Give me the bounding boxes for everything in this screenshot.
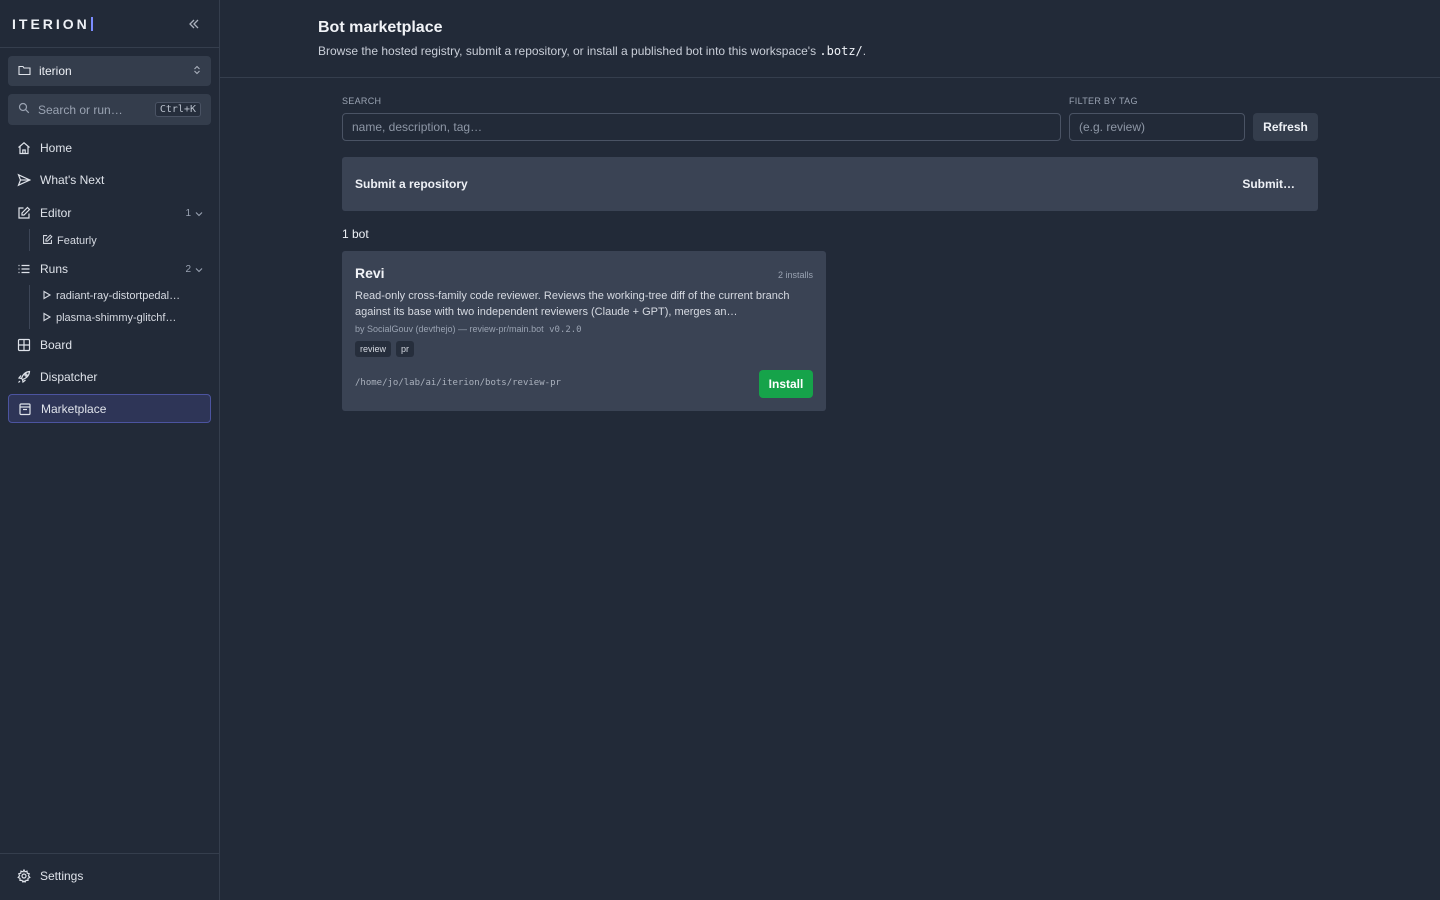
- nav-settings[interactable]: Settings: [8, 862, 211, 890]
- install-path: /home/jo/lab/ai/iterion/bots/review-pr: [355, 378, 561, 388]
- editor-child-label: Featurly: [57, 235, 97, 247]
- run-item-label: plasma-shimmy-glitchf…: [56, 312, 177, 324]
- run-item-label: radiant-ray-distortpedal…: [56, 290, 181, 302]
- nav-whats-next-label: What's Next: [40, 173, 105, 187]
- sidebar: ITERION iterion Search or run… Ctrl+K Ho…: [0, 0, 220, 900]
- tree-line: [29, 285, 30, 329]
- search-input-placeholder: name, description, tag…: [352, 120, 483, 134]
- page-header: Bot marketplace Browse the hosted regist…: [220, 0, 1440, 78]
- refresh-button[interactable]: Refresh: [1253, 113, 1318, 141]
- nav-board-label: Board: [40, 338, 73, 352]
- play-icon: [42, 312, 52, 325]
- install-button[interactable]: Install: [759, 370, 813, 398]
- tag-filter-input[interactable]: (e.g. review): [1069, 113, 1245, 141]
- send-icon: [16, 172, 32, 188]
- gear-icon: [16, 868, 32, 884]
- nav-runs[interactable]: Runs 2: [8, 255, 211, 283]
- subtitle-end: .: [862, 44, 867, 58]
- nav-settings-label: Settings: [40, 869, 84, 883]
- runs-count: 2: [185, 263, 191, 275]
- results-count: 1 bot: [342, 227, 369, 241]
- bot-meta: by SocialGouv (devthejo) — review-pr/mai…: [355, 324, 813, 335]
- nav-board[interactable]: Board: [8, 331, 211, 359]
- brand-cursor: [90, 16, 93, 31]
- bot-name: Revi: [355, 265, 385, 281]
- marketplace-search-input[interactable]: name, description, tag…: [342, 113, 1061, 141]
- workspace-name: iterion: [39, 64, 72, 78]
- bot-tags: review pr: [355, 341, 813, 357]
- command-search[interactable]: Search or run… Ctrl+K: [8, 94, 211, 125]
- subtitle-text: Browse the hosted registry, submit a rep…: [318, 44, 820, 58]
- bot-version: v0.2.0: [549, 325, 582, 335]
- folder-icon: [18, 64, 31, 79]
- shortcut-badge: Ctrl+K: [154, 102, 201, 117]
- submit-button[interactable]: Submit…: [1242, 177, 1295, 191]
- search-icon: [18, 102, 30, 117]
- list-icon: [16, 261, 32, 277]
- bot-author: by SocialGouv (devthejo) — review-pr/mai…: [355, 324, 544, 334]
- install-count: 2 installs: [777, 270, 813, 280]
- collapse-sidebar-icon[interactable]: [187, 17, 201, 31]
- nav-marketplace-label: Marketplace: [41, 401, 107, 416]
- tag-badge[interactable]: pr: [396, 341, 415, 357]
- edit-icon: [42, 234, 53, 248]
- nav-marketplace[interactable]: Marketplace: [8, 394, 211, 423]
- brand-logo: ITERION: [12, 16, 93, 32]
- nav-dispatcher[interactable]: Dispatcher: [8, 363, 211, 391]
- grid-icon: [16, 337, 32, 353]
- page-title: Bot marketplace: [318, 19, 443, 36]
- run-item[interactable]: radiant-ray-distortpedal…: [42, 286, 212, 306]
- editor-child-item[interactable]: Featurly: [42, 231, 212, 251]
- sidebar-footer: Settings: [0, 853, 219, 900]
- bot-description: Read-only cross-family code reviewer. Re…: [355, 290, 790, 318]
- page-subtitle: Browse the hosted registry, submit a rep…: [318, 44, 1440, 58]
- tag-input-placeholder: (e.g. review): [1079, 120, 1146, 134]
- store-icon: [17, 401, 33, 417]
- home-icon: [16, 140, 32, 156]
- bot-card: Revi 2 installs Read-only cross-family c…: [342, 251, 826, 411]
- search-placeholder: Search or run…: [38, 102, 123, 117]
- nav-home[interactable]: Home: [8, 134, 211, 162]
- play-icon: [42, 290, 52, 303]
- nav-runs-label: Runs: [40, 262, 69, 276]
- bot-card-header: Revi 2 installs: [355, 265, 813, 281]
- main-content: Bot marketplace Browse the hosted regist…: [220, 0, 1440, 900]
- submit-repository-panel[interactable]: Submit a repository Submit…: [342, 157, 1318, 211]
- chevron-down-icon[interactable]: [195, 206, 203, 220]
- chevron-up-down-icon: [193, 64, 201, 78]
- run-item[interactable]: plasma-shimmy-glitchf…: [42, 308, 212, 328]
- chevron-down-icon[interactable]: [195, 262, 203, 276]
- nav-editor-label: Editor: [40, 206, 72, 220]
- workspace-selector[interactable]: iterion: [8, 56, 211, 86]
- nav-home-label: Home: [40, 141, 73, 155]
- nav-editor[interactable]: Editor 1: [8, 199, 211, 227]
- editor-count: 1: [185, 207, 191, 219]
- brand-bar: ITERION: [0, 0, 219, 48]
- submit-panel-title: Submit a repository: [355, 177, 468, 191]
- nav-whats-next[interactable]: What's Next: [8, 166, 211, 194]
- edit-icon: [16, 205, 32, 221]
- tag-filter-label: FILTER BY TAG: [1069, 96, 1138, 106]
- rocket-icon: [16, 369, 32, 385]
- nav-dispatcher-label: Dispatcher: [40, 370, 98, 384]
- tag-badge[interactable]: review: [355, 341, 392, 357]
- subtitle-code: .botz/: [819, 44, 863, 58]
- search-label: SEARCH: [342, 96, 382, 106]
- tree-line: [29, 229, 30, 251]
- brand-name: ITERION: [12, 15, 90, 32]
